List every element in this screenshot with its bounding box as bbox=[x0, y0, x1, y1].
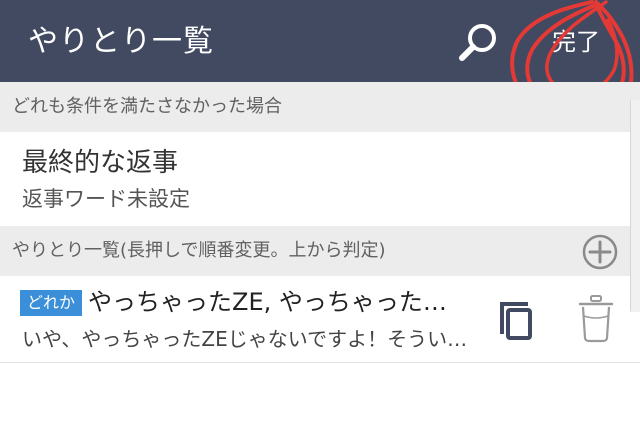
item-title: やっちゃったZE, やっちゃったZE... bbox=[88, 288, 458, 316]
section-label: どれも条件を満たさなかった場合 bbox=[12, 96, 282, 117]
trash-icon bbox=[578, 295, 614, 343]
final-reply-subtitle: 返事ワード未設定 bbox=[22, 187, 190, 211]
match-type-badge: どれか bbox=[20, 290, 83, 316]
copy-icon bbox=[500, 302, 532, 340]
copy-button[interactable] bbox=[492, 296, 540, 344]
delete-button[interactable] bbox=[576, 294, 616, 344]
done-button[interactable]: 完了 bbox=[552, 26, 600, 58]
search-button[interactable] bbox=[452, 18, 504, 66]
final-reply-title: 最終的な返事 bbox=[22, 148, 179, 178]
section-label: やりとり一覧(長押しで順番変更。上から判定) bbox=[12, 240, 386, 261]
app-header: やりとり一覧 完了 bbox=[0, 0, 640, 82]
list-item[interactable]: どれか やっちゃったZE, やっちゃったZE... いや、やっちゃったZEじゃな… bbox=[0, 276, 640, 363]
add-circle-icon bbox=[582, 234, 618, 270]
item-reply: いや、やっちゃったZEじゃないですよ！そういう時は... bbox=[22, 327, 472, 351]
search-icon bbox=[459, 24, 496, 61]
section-header-list: やりとり一覧(長押しで順番変更。上から判定) bbox=[0, 226, 640, 276]
scrollbar[interactable] bbox=[630, 100, 640, 312]
final-reply-row[interactable]: 最終的な返事 返事ワード未設定 bbox=[0, 132, 640, 226]
add-item-button[interactable] bbox=[582, 234, 618, 270]
page-title: やりとり一覧 bbox=[28, 24, 214, 59]
section-header-default: どれも条件を満たさなかった場合 bbox=[0, 82, 640, 132]
